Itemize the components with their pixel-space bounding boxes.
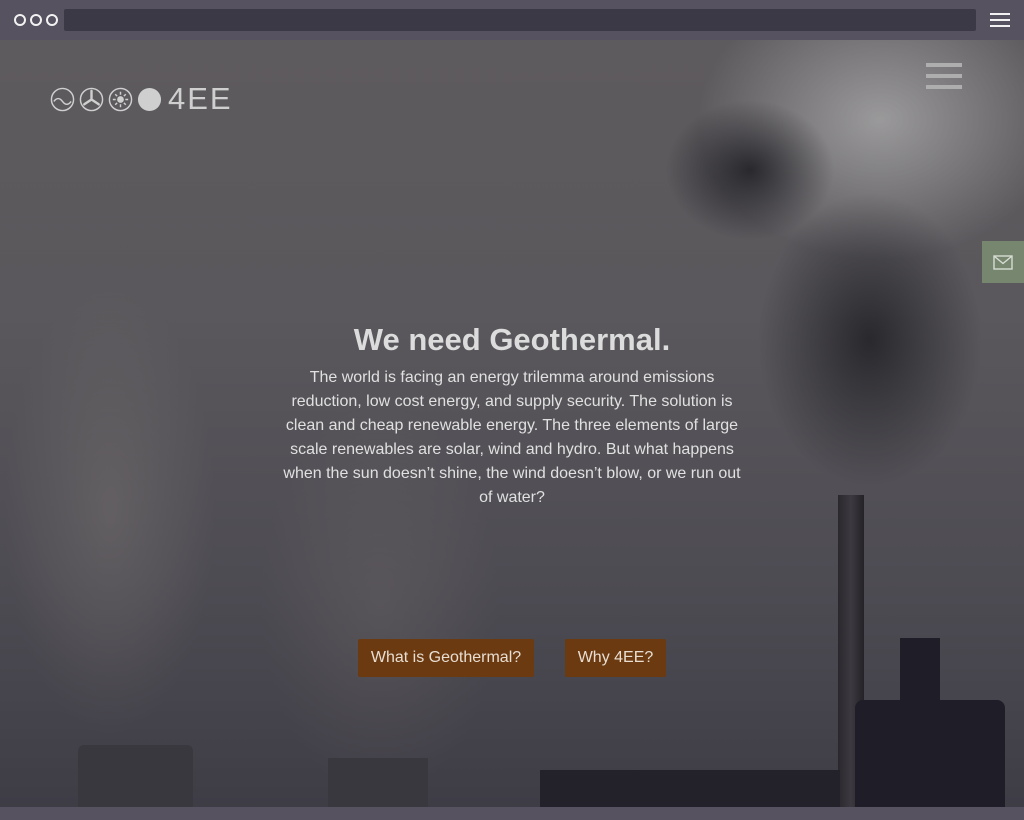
industrial-structure [900,638,940,702]
mail-icon [993,254,1013,270]
industrial-tank [855,700,1005,807]
why-4ee-button[interactable]: Why 4EE? [565,639,666,677]
solar-icon [108,87,133,111]
window-control-dot[interactable] [30,14,42,26]
logo-text: 4EE [168,81,233,116]
window-controls[interactable] [14,14,58,26]
browser-menu-icon[interactable] [990,13,1010,31]
window-control-dot[interactable] [14,14,26,26]
browser-bottom-bar [0,807,1024,820]
hero-section: 4EE We need Geothermal. The world is fac… [0,40,1024,807]
hamburger-menu-icon[interactable] [926,63,962,96]
site-logo[interactable]: 4EE [50,81,233,116]
hero-intro-text: The world is facing an energy trilemma a… [283,369,741,506]
address-bar[interactable] [64,9,976,31]
contact-tab[interactable] [982,241,1024,283]
browser-toolbar [0,0,1024,40]
window-control-dot[interactable] [46,14,58,26]
cooling-tower [78,745,193,807]
hydro-icon [137,87,162,111]
geothermal-icon [50,87,75,111]
industrial-skyline [540,770,840,807]
cooling-tower [328,758,428,807]
hero-headline: We need Geothermal. [353,322,671,357]
what-is-geothermal-button[interactable]: What is Geothermal? [358,639,534,677]
wind-icon [79,87,104,111]
